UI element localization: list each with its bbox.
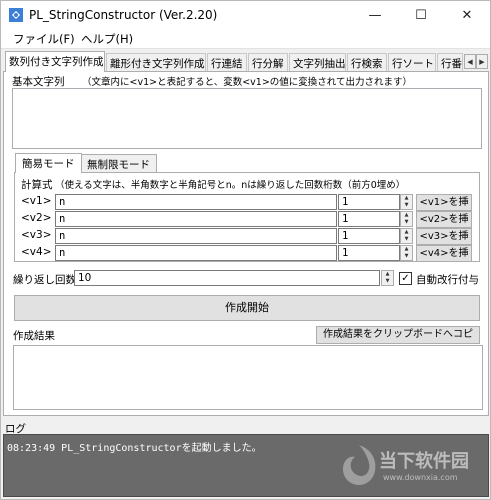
insert-v1-button[interactable]: <v1>を挿 [416, 194, 472, 211]
formula-input-v2[interactable]: n [55, 211, 337, 227]
formula-input-v3[interactable]: n [55, 228, 337, 244]
tab-line-sort[interactable]: 行ソート [388, 53, 436, 71]
tab-shape-string[interactable]: 離形付き文字列作成 [106, 53, 206, 71]
tab-scroll-right-icon[interactable]: ▶ [476, 54, 488, 69]
menu-help[interactable]: ヘルプ(H) [77, 31, 137, 47]
spin-down-icon[interactable]: ▼ [401, 236, 412, 243]
formula-input-v4[interactable]: n [55, 245, 337, 261]
digits-input-v1[interactable]: 1 [338, 194, 400, 210]
insert-v2-button[interactable]: <v2>を挿 [416, 211, 472, 228]
repeat-count-spinner[interactable]: ▲ ▼ [381, 270, 394, 286]
minimize-icon: — [368, 7, 382, 23]
result-textarea[interactable] [13, 345, 483, 410]
spin-down-icon[interactable]: ▼ [401, 219, 412, 226]
digits-input-v3[interactable]: 1 [338, 228, 400, 244]
insert-v3-button[interactable]: <v3>を挿 [416, 228, 472, 245]
digits-spinner-v2[interactable]: ▲ ▼ [400, 211, 413, 227]
repeat-count-input[interactable]: 10 [74, 270, 380, 286]
menu-bar: ファイル(F) ヘルプ(H) [1, 29, 490, 49]
spin-up-icon[interactable]: ▲ [382, 271, 393, 278]
formula-input-v1[interactable]: n [55, 194, 337, 210]
close-icon: ✕ [461, 7, 473, 23]
digits-spinner-v3[interactable]: ▲ ▼ [400, 228, 413, 244]
app-icon [9, 8, 23, 22]
spin-up-icon[interactable]: ▲ [401, 229, 412, 236]
create-start-button[interactable]: 作成開始 [14, 295, 480, 321]
tab-simple-mode[interactable]: 簡易モード [15, 153, 82, 173]
maximize-button[interactable]: ☐ [398, 1, 444, 29]
watermark-text: 当下软件园 [379, 451, 469, 472]
spin-up-icon[interactable]: ▲ [401, 195, 412, 202]
tab-page: 基本文字列 （文章内に<v1>と表記すると、変数<v1>の値に変換されて出力され… [3, 71, 489, 416]
watermark: 当下软件园 www.downxia.com [339, 441, 487, 493]
copy-result-button[interactable]: 作成結果をクリップボードへコピ [316, 326, 480, 344]
log-line: 08:23:49 PL_StringConstructorを起動しました。 [7, 443, 262, 454]
app-window: PL_StringConstructor (Ver.2.20) — ☐ ✕ ファ… [0, 0, 491, 500]
tab-line-split[interactable]: 行分解 [248, 53, 288, 71]
menu-file[interactable]: ファイル(F) [9, 31, 79, 47]
result-label: 作成結果 [13, 330, 55, 342]
insert-v4-button[interactable]: <v4>を挿 [416, 245, 472, 262]
watermark-url: www.downxia.com [383, 473, 458, 482]
maximize-icon: ☐ [415, 7, 427, 23]
base-string-hint: （文章内に<v1>と表記すると、変数<v1>の値に変換されて出力されます） [82, 77, 413, 88]
close-button[interactable]: ✕ [444, 1, 490, 29]
tab-scroll-left-icon[interactable]: ◀ [464, 54, 476, 69]
minimize-button[interactable]: — [352, 1, 398, 29]
repeat-count-label: 繰り返し回数 [13, 274, 76, 286]
tab-line-search[interactable]: 行検索 [347, 53, 387, 71]
digits-spinner-v1[interactable]: ▲ ▼ [400, 194, 413, 210]
tab-sequence-string[interactable]: 数列付き文字列作成 [5, 51, 105, 72]
window-title: PL_StringConstructor (Ver.2.20) [29, 8, 218, 22]
watermark-logo-icon [343, 445, 376, 485]
digits-input-v4[interactable]: 1 [338, 245, 400, 261]
auto-newline-label: 自動改行付与 [416, 274, 479, 286]
spin-up-icon[interactable]: ▲ [401, 212, 412, 219]
tab-unlimited-mode[interactable]: 無制限モード [80, 154, 157, 172]
formula-hint: （使える文字は、半角数字と半角記号とn。nは繰り返した回数桁数（前方0埋め） [55, 180, 406, 191]
spin-down-icon[interactable]: ▼ [401, 202, 412, 209]
digits-spinner-v4[interactable]: ▲ ▼ [400, 245, 413, 261]
spin-up-icon[interactable]: ▲ [401, 246, 412, 253]
title-bar[interactable]: PL_StringConstructor (Ver.2.20) — ☐ ✕ [1, 1, 490, 29]
tab-line-number[interactable]: 行番 [437, 53, 463, 71]
base-string-textarea[interactable] [12, 88, 482, 149]
base-string-label: 基本文字列 [12, 76, 65, 88]
auto-newline-checkbox[interactable]: ✓ [399, 272, 412, 285]
tab-line-join[interactable]: 行連結 [207, 53, 247, 71]
spin-down-icon[interactable]: ▼ [382, 278, 393, 285]
tab-string-extract[interactable]: 文字列抽出 [289, 53, 346, 71]
simple-mode-panel: 計算式 （使える文字は、半角数字と半角記号とn。nは繰り返した回数桁数（前方0埋… [14, 172, 480, 262]
formula-label: 計算式 [21, 179, 53, 191]
main-tabs: 数列付き文字列作成 離形付き文字列作成 行連結 行分解 文字列抽出 行検索 行ソ… [3, 51, 489, 72]
digits-input-v2[interactable]: 1 [338, 211, 400, 227]
spin-down-icon[interactable]: ▼ [401, 253, 412, 260]
